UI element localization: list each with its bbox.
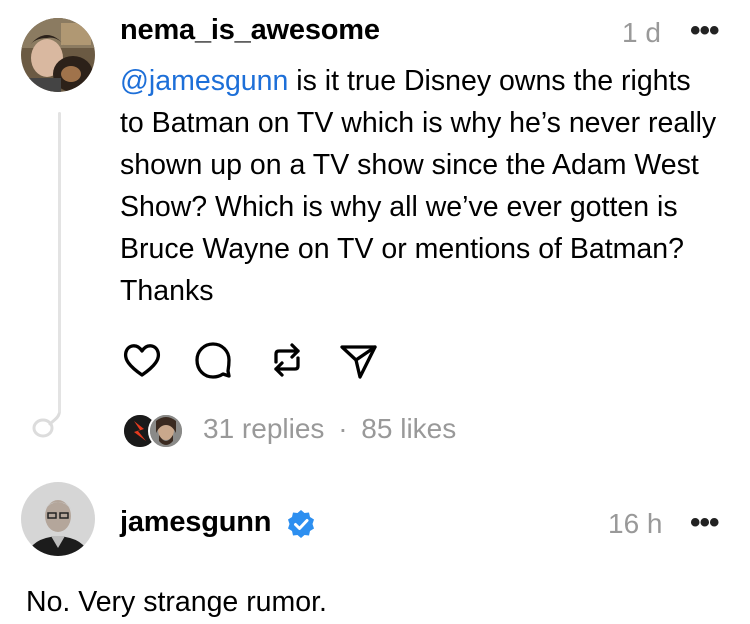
replier-avatar (148, 413, 184, 449)
thread-loop-icon (30, 412, 66, 447)
mention-link[interactable]: @jamesgunn (120, 65, 288, 97)
likes-count[interactable]: 85 likes (361, 413, 456, 444)
comment-icon[interactable] (193, 340, 233, 380)
avatar[interactable] (21, 18, 95, 92)
heart-icon[interactable] (122, 340, 162, 380)
replies-count[interactable]: 31 replies (203, 413, 324, 444)
post-body: @jamesgunn is it true Disney owns the ri… (120, 60, 720, 312)
reply-username[interactable]: jamesgunn (120, 506, 271, 539)
reply-timestamp: 16 h (608, 508, 663, 539)
post-timestamp: 1 d (622, 17, 661, 48)
stats-separator: · (338, 413, 348, 444)
more-options-icon[interactable]: ••• (690, 14, 719, 48)
post-body-text: is it true Disney owns the rights to Bat… (120, 65, 717, 307)
engagement-stats: 31 replies · 85 likes (203, 413, 456, 445)
reply-body: No. Very strange rumor. (26, 586, 327, 618)
share-icon[interactable] (338, 340, 378, 380)
post-username[interactable]: nema_is_awesome (120, 14, 380, 47)
verified-badge-icon (286, 509, 316, 544)
more-options-icon[interactable]: ••• (690, 506, 719, 540)
repost-icon[interactable] (267, 340, 307, 380)
avatar[interactable] (21, 482, 95, 556)
thread-line (58, 112, 61, 414)
